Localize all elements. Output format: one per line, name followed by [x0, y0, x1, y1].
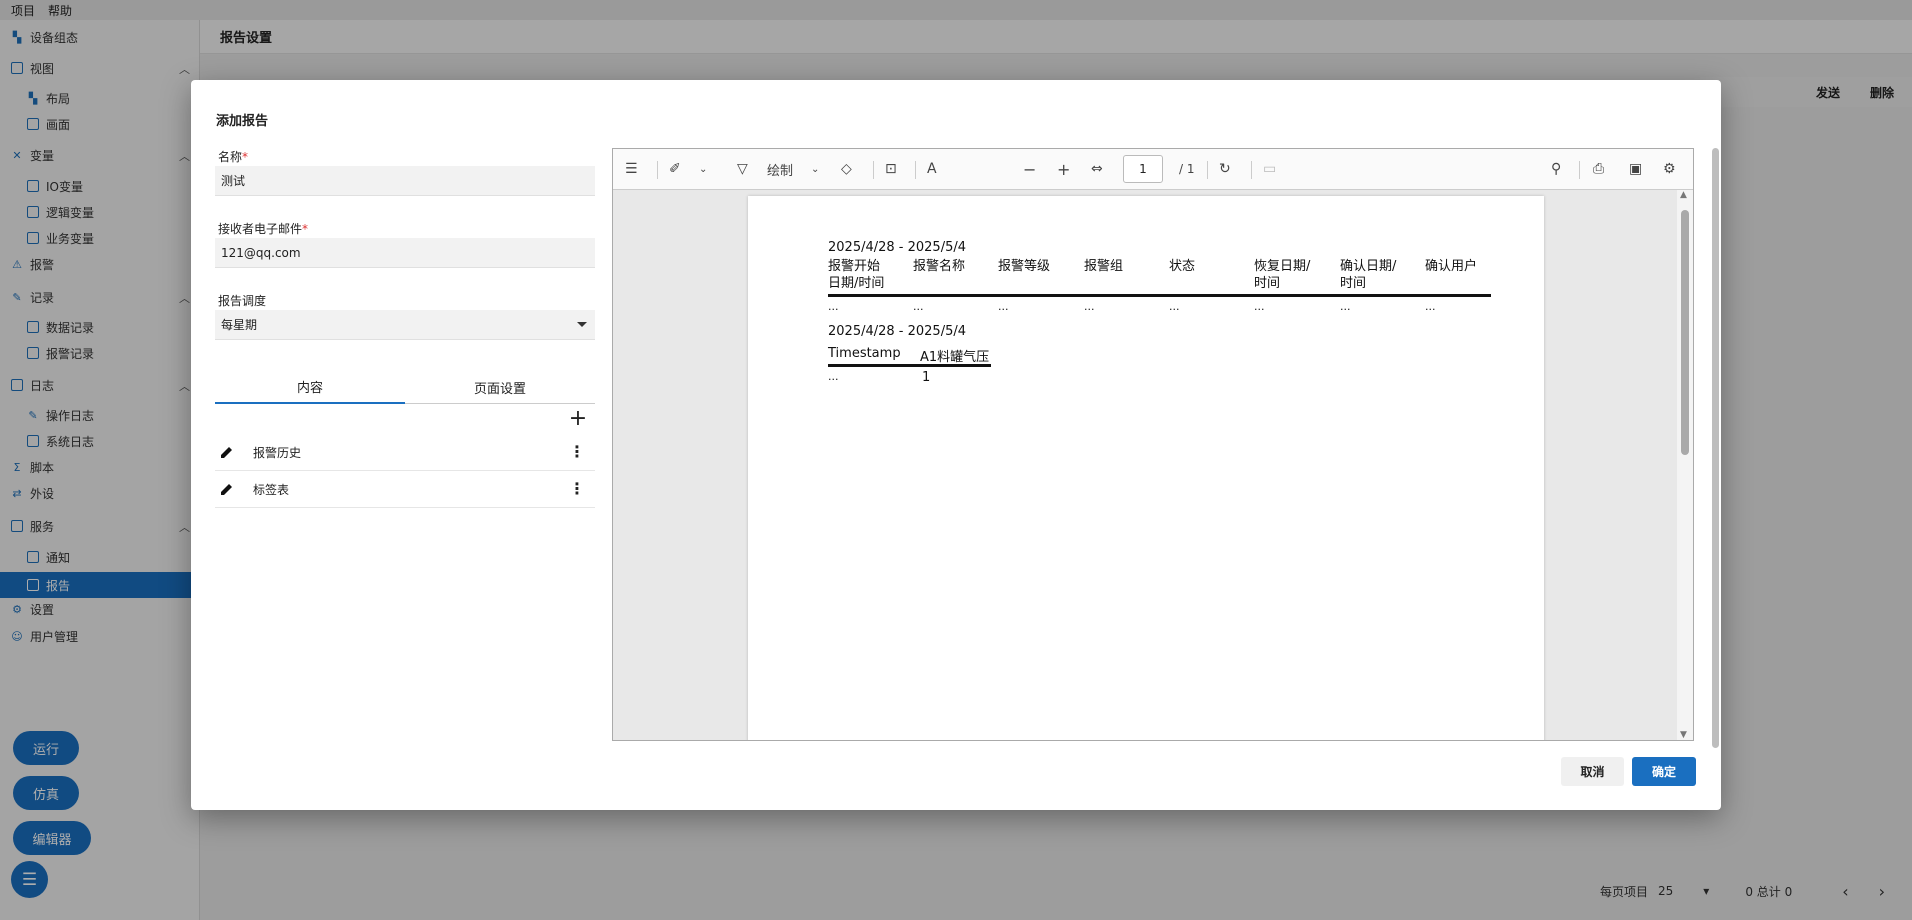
schedule-label: 报告调度	[218, 294, 267, 308]
page-view-icon: ▭	[1263, 161, 1277, 177]
table-cell: ...	[913, 300, 924, 313]
scroll-down-icon[interactable]: ▼	[1680, 730, 1687, 740]
table-header-rule	[828, 364, 991, 367]
report-date-range: 2025/4/28 - 2025/5/4	[828, 324, 966, 339]
content-tabs: 内容 页面设置	[215, 370, 595, 404]
list-item[interactable]: 报警历史 ⋮	[215, 434, 595, 471]
list-item-label: 标签表	[253, 482, 290, 497]
search-icon[interactable]: ⚲	[1551, 159, 1561, 179]
read-aloud-icon[interactable]: A	[927, 159, 937, 179]
table-cell: ...	[998, 300, 1009, 313]
table-cell: ...	[1425, 300, 1436, 313]
column-header: 报警等级	[998, 259, 1051, 274]
chevron-down-icon[interactable]: ⌄	[699, 159, 707, 179]
page-number-input[interactable]: 1	[1123, 155, 1163, 183]
table-cell: ...	[828, 300, 839, 313]
name-field[interactable]: 测试	[215, 166, 595, 196]
report-date-range: 2025/4/28 - 2025/5/4	[828, 240, 966, 255]
table-cell: 1	[922, 370, 931, 385]
table-header-rule	[828, 294, 1491, 297]
email-field[interactable]: 121@qq.com	[215, 238, 595, 268]
more-vert-icon[interactable]: ⋮	[569, 443, 585, 461]
pdf-viewer: ☰ ✐ ⌄ ▽ 绘制 ⌄ ◇ ⊡ A − + ⇔ 1 / 1 ↻ ▭ ⚲ ⎙ ▣…	[612, 148, 1694, 741]
page-total: / 1	[1179, 162, 1195, 176]
pdf-page: 2025/4/28 - 2025/5/4 报警开始 日期/时间 报警名称 报警等级…	[748, 196, 1544, 740]
column-header: 恢复日期/时间	[1254, 259, 1311, 291]
dialog-title: 添加报告	[216, 114, 269, 129]
eraser-icon[interactable]: ◇	[841, 159, 852, 179]
pdf-page-area: 2025/4/28 - 2025/5/4 报警开始 日期/时间 报警名称 报警等级…	[613, 190, 1693, 740]
edit-icon[interactable]	[219, 481, 237, 497]
table-cell: ...	[1084, 300, 1095, 313]
add-report-dialog: 添加报告 名称* 测试 接收者电子邮件* 121@qq.com 报告调度 每星期…	[191, 80, 1721, 810]
column-header: 确认日期/时间	[1340, 259, 1397, 291]
fit-width-icon[interactable]: ⇔	[1091, 159, 1103, 179]
pdf-scrollbar[interactable]: ▲ ▼	[1677, 190, 1693, 740]
chevron-down-icon[interactable]: ⌄	[811, 159, 819, 179]
list-item-label: 报警历史	[253, 445, 302, 460]
tab-page-settings[interactable]: 页面设置	[405, 370, 595, 404]
more-vert-icon[interactable]: ⋮	[569, 480, 585, 498]
rotate-icon[interactable]: ↻	[1219, 159, 1231, 179]
text-box-icon[interactable]: ⊡	[885, 159, 897, 179]
dropdown-arrow-icon	[577, 322, 587, 327]
column-header: 报警开始 日期/时间	[828, 259, 885, 291]
tab-content[interactable]: 内容	[215, 370, 405, 404]
list-item[interactable]: 标签表 ⋮	[215, 471, 595, 508]
scroll-up-icon[interactable]: ▲	[1680, 190, 1687, 200]
column-header: 确认用户	[1425, 259, 1478, 274]
table-cell: ...	[828, 370, 839, 383]
print-icon[interactable]: ⎙	[1593, 159, 1604, 179]
scrollbar-thumb[interactable]	[1681, 210, 1689, 455]
schedule-select[interactable]: 每星期	[215, 310, 595, 340]
save-icon[interactable]: ▣	[1629, 159, 1642, 179]
dialog-scrollbar[interactable]	[1712, 148, 1719, 748]
gear-icon[interactable]: ⚙	[1663, 159, 1676, 179]
draw-label[interactable]: 绘制	[767, 159, 793, 179]
draw-icon[interactable]: ▽	[737, 159, 748, 179]
ok-button[interactable]: 确定	[1632, 757, 1696, 786]
column-header: 报警名称	[913, 259, 966, 274]
sidebar-toggle-icon[interactable]: ☰	[625, 159, 638, 179]
edit-icon[interactable]	[219, 444, 237, 460]
table-cell: ...	[1340, 300, 1351, 313]
table-cell: ...	[1254, 300, 1265, 313]
column-header: 报警组	[1084, 259, 1124, 274]
email-label: 接收者电子邮件*	[218, 222, 309, 236]
zoom-out-icon[interactable]: −	[1023, 159, 1036, 179]
zoom-in-icon[interactable]: +	[1057, 159, 1070, 179]
highlight-icon[interactable]: ✐	[669, 159, 681, 179]
column-header: A1料罐气压	[920, 350, 990, 365]
add-icon[interactable]: +	[567, 408, 589, 431]
cancel-button[interactable]: 取消	[1561, 757, 1624, 786]
table-cell: ...	[1169, 300, 1180, 313]
pdf-toolbar: ☰ ✐ ⌄ ▽ 绘制 ⌄ ◇ ⊡ A − + ⇔ 1 / 1 ↻ ▭ ⚲ ⎙ ▣…	[613, 149, 1693, 190]
column-header: 状态	[1169, 259, 1196, 274]
column-header: Timestamp	[828, 346, 901, 361]
name-label: 名称*	[218, 150, 249, 164]
